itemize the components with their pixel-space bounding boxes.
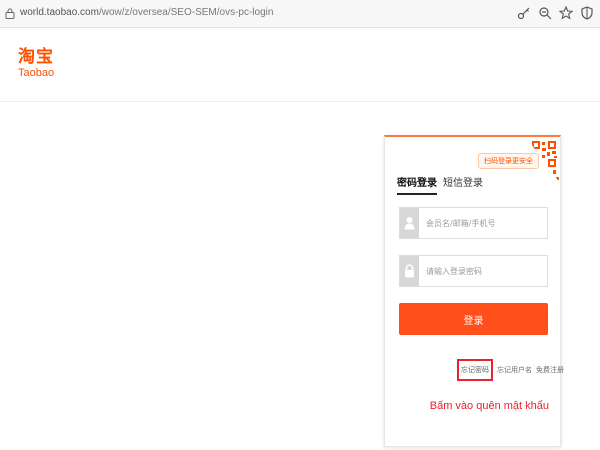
tab-sms-login[interactable]: 短信登录 (443, 174, 483, 195)
username-field (399, 207, 548, 239)
login-button[interactable]: 登录 (399, 303, 548, 335)
shield-icon[interactable] (580, 5, 594, 21)
zoom-icon[interactable] (538, 5, 552, 21)
password-field (399, 255, 548, 287)
password-input[interactable] (426, 263, 541, 279)
tab-password-login[interactable]: 密码登录 (397, 174, 437, 195)
star-icon[interactable] (558, 5, 574, 21)
register-link[interactable]: 免费注册 (536, 365, 564, 375)
site-header: 淘宝 Taobao (0, 28, 600, 102)
browser-address-bar: world.taobao.com/wow/z/oversea/SEO-SEM/o… (0, 0, 600, 28)
annotation-text: Bấm vào quên mật khẩu (429, 400, 549, 412)
browser-toolbar-icons (517, 5, 594, 21)
logo-english-text: Taobao (18, 67, 55, 79)
qr-code-icon[interactable] (526, 137, 560, 183)
lock-icon-box (400, 256, 419, 286)
lock-icon[interactable] (5, 8, 15, 19)
user-icon-box (400, 208, 419, 238)
forgot-password-link[interactable]: 忘记密码 (457, 359, 493, 381)
login-links: 忘记密码 忘记用户名 免费注册 (457, 359, 564, 381)
url-path: /wow/z/oversea/SEO-SEM/ovs-pc-login (98, 7, 274, 18)
user-icon (404, 217, 415, 230)
url-field[interactable]: world.taobao.com/wow/z/oversea/SEO-SEM/o… (20, 7, 273, 18)
padlock-icon (405, 264, 414, 278)
username-input[interactable] (426, 215, 541, 231)
login-tabs: 密码登录 短信登录 (397, 174, 483, 195)
login-panel: 扫码登录更安全 密码登录 短信登录 会员名/邮箱/手机号 登录 忘记密码 忘记用… (384, 135, 564, 447)
url-host: world.taobao.com (20, 7, 99, 18)
taobao-logo[interactable]: 淘宝 Taobao (18, 48, 54, 79)
forgot-username-link[interactable]: 忘记用户名 (497, 365, 532, 375)
logo-chinese-text: 淘宝 (18, 47, 54, 67)
key-icon[interactable] (517, 5, 531, 21)
